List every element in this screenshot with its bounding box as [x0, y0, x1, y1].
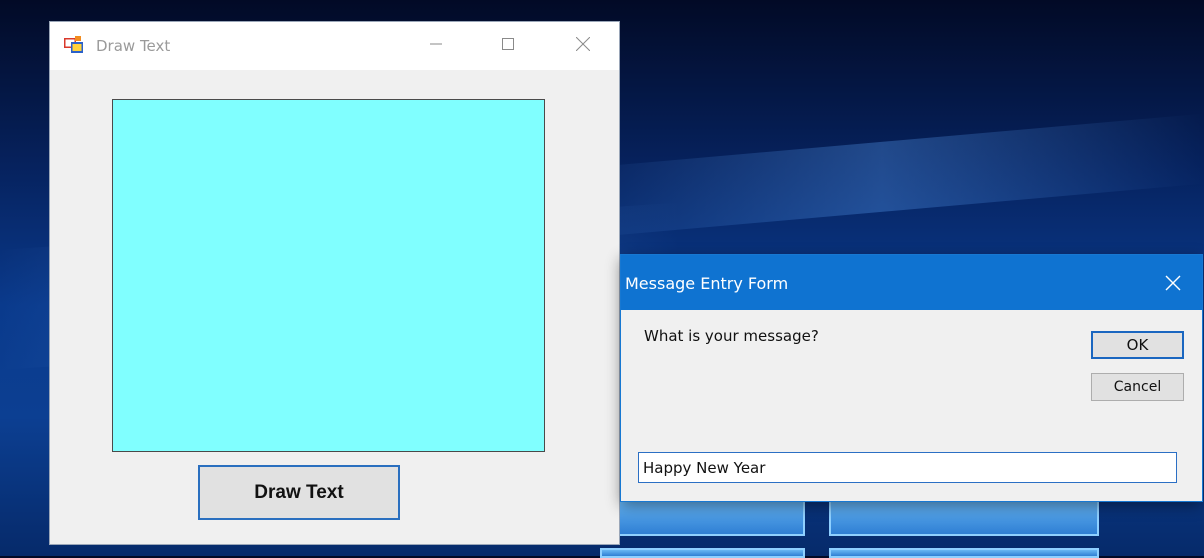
- form-app-icon[interactable]: [64, 36, 84, 54]
- dialog-title: Message Entry Form: [625, 274, 789, 293]
- close-button[interactable]: [560, 22, 606, 66]
- desktop-window-pane: [615, 496, 805, 536]
- minimize-icon: [430, 43, 442, 45]
- close-icon: [1165, 275, 1181, 291]
- message-entry-dialog: Message Entry Form What is your message?…: [621, 255, 1202, 501]
- draw-text-button[interactable]: Draw Text: [198, 465, 400, 520]
- maximize-icon: [502, 38, 514, 50]
- window-title: Draw Text: [96, 37, 171, 55]
- message-input[interactable]: [638, 452, 1177, 483]
- close-icon: [576, 37, 590, 51]
- draw-text-window: Draw Text Draw Text: [50, 22, 619, 544]
- dialog-titlebar[interactable]: Message Entry Form: [621, 255, 1202, 310]
- ok-button[interactable]: OK: [1091, 331, 1184, 359]
- minimize-button[interactable]: [413, 22, 459, 66]
- cancel-button[interactable]: Cancel: [1091, 373, 1184, 401]
- desktop-window-pane: [829, 496, 1099, 536]
- drawing-canvas[interactable]: [112, 99, 545, 452]
- desktop-window-pane: [829, 548, 1099, 558]
- desktop-light-streak: [560, 113, 1204, 240]
- message-prompt-label: What is your message?: [644, 327, 819, 345]
- window-titlebar[interactable]: Draw Text: [50, 22, 619, 70]
- maximize-button[interactable]: [485, 22, 531, 66]
- dialog-close-button[interactable]: [1151, 263, 1195, 303]
- desktop-window-pane: [600, 548, 805, 558]
